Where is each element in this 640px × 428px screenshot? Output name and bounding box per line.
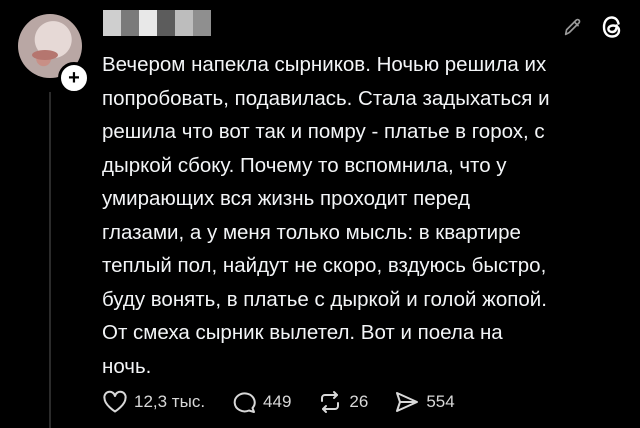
threads-logo-icon[interactable] [600, 14, 624, 45]
speech-bubble-icon [231, 390, 257, 414]
send-icon [394, 390, 420, 414]
repost-arrows-icon [317, 390, 343, 414]
username-blurred[interactable] [103, 10, 211, 36]
like-count: 12,3 тыс. [134, 392, 206, 411]
share-count: 554 [426, 392, 455, 411]
avatar-photo-detail [32, 50, 58, 60]
heart-icon [102, 390, 128, 414]
pencil-icon[interactable] [562, 16, 584, 43]
repost-button[interactable]: 26 [317, 390, 368, 414]
follow-plus-icon[interactable]: + [58, 62, 90, 94]
repost-count: 26 [349, 392, 369, 411]
header-icons [562, 14, 624, 45]
action-bar: 12,3 тыс. 449 26 554 [102, 390, 481, 414]
thread-line [49, 92, 51, 428]
like-button[interactable]: 12,3 тыс. [102, 390, 205, 414]
reply-button[interactable]: 449 [231, 390, 291, 414]
reply-count: 449 [263, 392, 292, 411]
share-button[interactable]: 554 [394, 390, 455, 414]
post-text: Вечером напекла сырников. Ночью решила и… [102, 53, 550, 378]
